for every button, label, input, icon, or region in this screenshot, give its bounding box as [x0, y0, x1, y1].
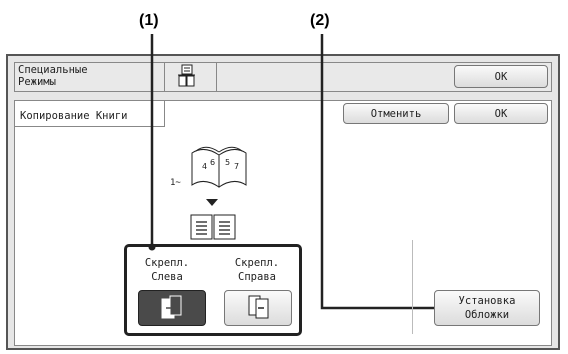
cover-setup-line2: Обложки [464, 309, 510, 321]
cover-setup-button[interactable]: Установка Обложки [434, 290, 540, 326]
right-area-divider [412, 240, 413, 334]
cover-setup-line1: Установка [458, 295, 516, 307]
